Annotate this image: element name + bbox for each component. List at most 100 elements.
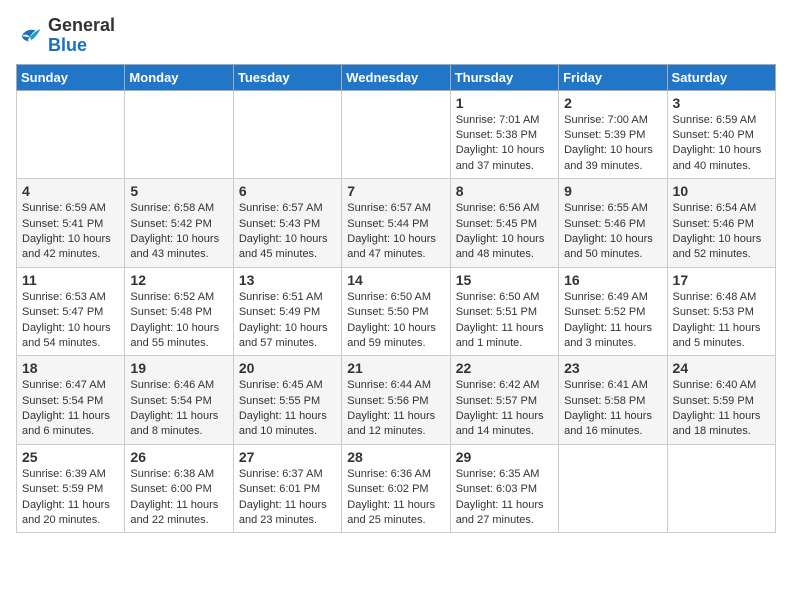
calendar-cell [667, 444, 775, 533]
day-number: 3 [673, 95, 770, 111]
calendar-cell: 19Sunrise: 6:46 AM Sunset: 5:54 PM Dayli… [125, 356, 233, 445]
day-info: Sunrise: 6:53 AM Sunset: 5:47 PM Dayligh… [22, 290, 119, 352]
calendar-cell: 28 Sunrise: 6:36 AM Sunset: 6:02 PM Dayli… [342, 444, 450, 533]
calendar-cell: 12 Sunrise: 6:52 AM Sunset: 5:48 PM Dayli… [125, 267, 233, 356]
calendar-cell [233, 90, 341, 179]
weekday-saturday: Saturday [667, 64, 775, 90]
weekday-monday: Monday [125, 64, 233, 90]
day-info: Sunrise: 6:51 AM Sunset: 5:49 PM Dayligh… [239, 290, 336, 352]
calendar-cell [342, 90, 450, 179]
day-number: 14 [347, 272, 444, 288]
calendar-table: SundayMondayTuesdayWednesdayThursdayFrid… [16, 64, 776, 534]
calendar-cell: 17 Sunrise: 6:48 AM Sunset: 5:53 PM Dayli… [667, 267, 775, 356]
day-number: 23 [564, 360, 661, 376]
calendar-cell: 11 Sunrise: 6:53 AM Sunset: 5:47 PM Dayli… [17, 267, 125, 356]
day-info: Sunrise: 6:48 AM Sunset: 5:53 PM Dayligh… [673, 290, 770, 352]
day-number: 21 [347, 360, 444, 376]
day-info: Sunrise: 6:35 AM Sunset: 6:03 PM Dayligh… [456, 467, 553, 529]
calendar-cell: 9Sunrise: 6:55 AM Sunset: 5:46 PM Daylig… [559, 179, 667, 268]
weekday-header-row: SundayMondayTuesdayWednesdayThursdayFrid… [17, 64, 776, 90]
calendar-cell [17, 90, 125, 179]
day-number: 25 [22, 449, 119, 465]
calendar-cell: 2Sunrise: 7:00 AM Sunset: 5:39 PM Daylig… [559, 90, 667, 179]
day-number: 10 [673, 183, 770, 199]
calendar-cell: 6 Sunrise: 6:57 AM Sunset: 5:43 PM Daylig… [233, 179, 341, 268]
calendar-cell: 15 Sunrise: 6:50 AM Sunset: 5:51 PM Dayli… [450, 267, 558, 356]
day-info: Sunrise: 6:42 AM Sunset: 5:57 PM Dayligh… [456, 378, 553, 440]
week-row-3: 18 Sunrise: 6:47 AM Sunset: 5:54 PM Dayli… [17, 356, 776, 445]
calendar-cell: 14 Sunrise: 6:50 AM Sunset: 5:50 PM Dayli… [342, 267, 450, 356]
day-info: Sunrise: 6:41 AM Sunset: 5:58 PM Dayligh… [564, 378, 661, 440]
logo-icon [16, 22, 44, 50]
day-info: Sunrise: 7:00 AM Sunset: 5:39 PM Dayligh… [564, 113, 661, 175]
day-number: 6 [239, 183, 336, 199]
day-number: 5 [130, 183, 227, 199]
calendar-cell: 8Sunrise: 6:56 AM Sunset: 5:45 PM Daylig… [450, 179, 558, 268]
day-number: 8 [456, 183, 553, 199]
day-info: Sunrise: 6:37 AM Sunset: 6:01 PM Dayligh… [239, 467, 336, 529]
day-number: 22 [456, 360, 553, 376]
calendar-cell: 26 Sunrise: 6:38 AM Sunset: 6:00 PM Dayli… [125, 444, 233, 533]
day-info: Sunrise: 6:38 AM Sunset: 6:00 PM Dayligh… [130, 467, 227, 529]
calendar-cell: 4 Sunrise: 6:59 AM Sunset: 5:41 PM Daylig… [17, 179, 125, 268]
day-info: Sunrise: 6:59 AM Sunset: 5:40 PM Dayligh… [673, 113, 770, 175]
day-info: Sunrise: 6:58 AM Sunset: 5:42 PM Dayligh… [130, 201, 227, 263]
day-info: Sunrise: 6:49 AM Sunset: 5:52 PM Dayligh… [564, 290, 661, 352]
logo-text-blue: Blue [48, 35, 87, 55]
day-number: 15 [456, 272, 553, 288]
day-info: Sunrise: 6:45 AM Sunset: 5:55 PM Dayligh… [239, 378, 336, 440]
day-number: 29 [456, 449, 553, 465]
day-info: Sunrise: 6:52 AM Sunset: 5:48 PM Dayligh… [130, 290, 227, 352]
weekday-tuesday: Tuesday [233, 64, 341, 90]
day-number: 28 [347, 449, 444, 465]
day-info: Sunrise: 6:54 AM Sunset: 5:46 PM Dayligh… [673, 201, 770, 263]
day-info: Sunrise: 6:50 AM Sunset: 5:51 PM Dayligh… [456, 290, 553, 352]
day-number: 17 [673, 272, 770, 288]
calendar-cell: 3 Sunrise: 6:59 AM Sunset: 5:40 PM Daylig… [667, 90, 775, 179]
calendar-cell: 23 Sunrise: 6:41 AM Sunset: 5:58 PM Dayli… [559, 356, 667, 445]
calendar-cell: 20 Sunrise: 6:45 AM Sunset: 5:55 PM Dayli… [233, 356, 341, 445]
calendar-cell [125, 90, 233, 179]
day-number: 13 [239, 272, 336, 288]
day-number: 26 [130, 449, 227, 465]
day-info: Sunrise: 7:01 AM Sunset: 5:38 PM Dayligh… [456, 113, 553, 175]
calendar-cell: 22 Sunrise: 6:42 AM Sunset: 5:57 PM Dayli… [450, 356, 558, 445]
calendar-cell: 13 Sunrise: 6:51 AM Sunset: 5:49 PM Dayli… [233, 267, 341, 356]
day-info: Sunrise: 6:59 AM Sunset: 5:41 PM Dayligh… [22, 201, 119, 263]
calendar-cell: 1Sunrise: 7:01 AM Sunset: 5:38 PM Daylig… [450, 90, 558, 179]
day-number: 24 [673, 360, 770, 376]
day-number: 20 [239, 360, 336, 376]
day-info: Sunrise: 6:57 AM Sunset: 5:44 PM Dayligh… [347, 201, 444, 263]
day-number: 18 [22, 360, 119, 376]
day-number: 11 [22, 272, 119, 288]
day-info: Sunrise: 6:47 AM Sunset: 5:54 PM Dayligh… [22, 378, 119, 440]
day-info: Sunrise: 6:40 AM Sunset: 5:59 PM Dayligh… [673, 378, 770, 440]
day-info: Sunrise: 6:46 AM Sunset: 5:54 PM Dayligh… [130, 378, 227, 440]
calendar-cell [559, 444, 667, 533]
weekday-sunday: Sunday [17, 64, 125, 90]
calendar-cell: 7Sunrise: 6:57 AM Sunset: 5:44 PM Daylig… [342, 179, 450, 268]
day-info: Sunrise: 6:57 AM Sunset: 5:43 PM Dayligh… [239, 201, 336, 263]
logo-text-general: General [48, 15, 115, 35]
calendar-cell: 27 Sunrise: 6:37 AM Sunset: 6:01 PM Dayli… [233, 444, 341, 533]
calendar-cell: 24 Sunrise: 6:40 AM Sunset: 5:59 PM Dayli… [667, 356, 775, 445]
week-row-4: 25 Sunrise: 6:39 AM Sunset: 5:59 PM Dayli… [17, 444, 776, 533]
day-info: Sunrise: 6:36 AM Sunset: 6:02 PM Dayligh… [347, 467, 444, 529]
weekday-thursday: Thursday [450, 64, 558, 90]
day-info: Sunrise: 6:50 AM Sunset: 5:50 PM Dayligh… [347, 290, 444, 352]
weekday-wednesday: Wednesday [342, 64, 450, 90]
week-row-1: 4 Sunrise: 6:59 AM Sunset: 5:41 PM Daylig… [17, 179, 776, 268]
header: General Blue [16, 16, 776, 56]
calendar-cell: 10 Sunrise: 6:54 AM Sunset: 5:46 PM Dayli… [667, 179, 775, 268]
week-row-2: 11 Sunrise: 6:53 AM Sunset: 5:47 PM Dayli… [17, 267, 776, 356]
day-number: 4 [22, 183, 119, 199]
calendar-cell: 5 Sunrise: 6:58 AM Sunset: 5:42 PM Daylig… [125, 179, 233, 268]
day-number: 16 [564, 272, 661, 288]
day-number: 12 [130, 272, 227, 288]
calendar-cell: 16 Sunrise: 6:49 AM Sunset: 5:52 PM Dayli… [559, 267, 667, 356]
calendar-cell: 18 Sunrise: 6:47 AM Sunset: 5:54 PM Dayli… [17, 356, 125, 445]
day-number: 27 [239, 449, 336, 465]
calendar-cell: 25 Sunrise: 6:39 AM Sunset: 5:59 PM Dayli… [17, 444, 125, 533]
day-number: 9 [564, 183, 661, 199]
day-info: Sunrise: 6:39 AM Sunset: 5:59 PM Dayligh… [22, 467, 119, 529]
